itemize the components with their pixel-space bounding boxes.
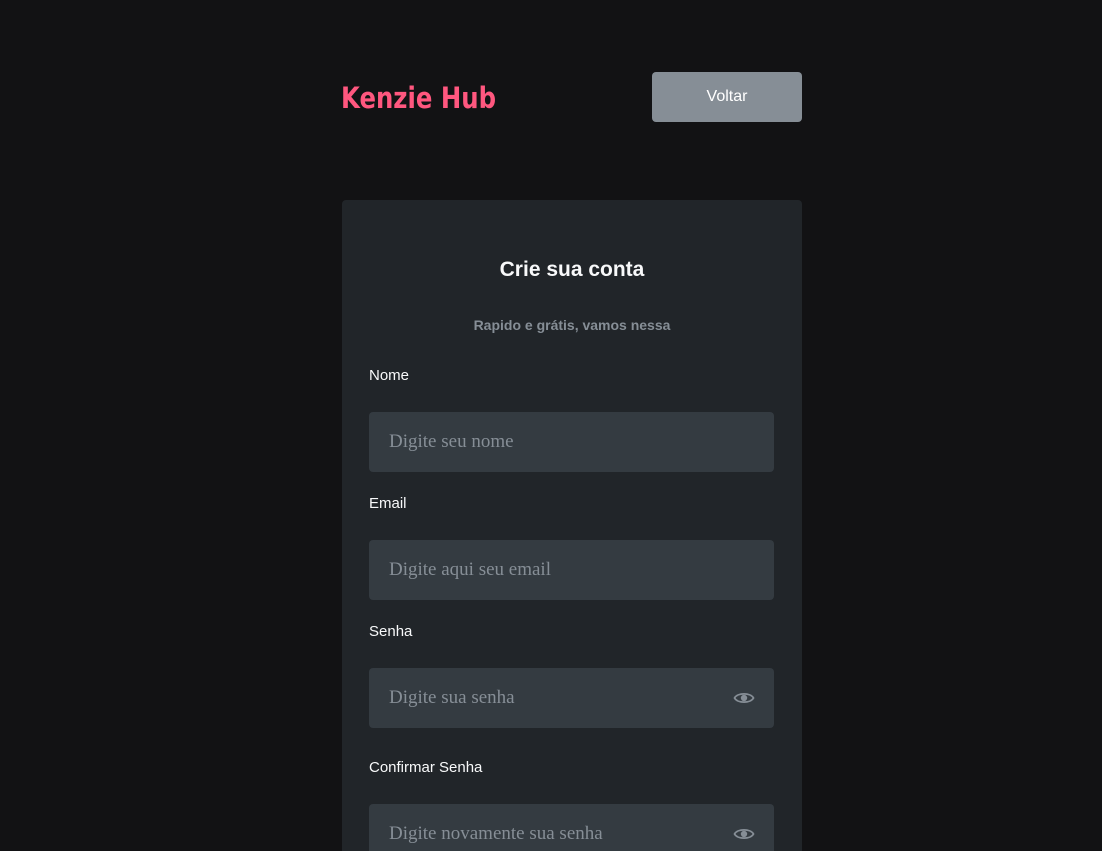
confirm-password-field xyxy=(369,804,774,851)
name-label: Nome xyxy=(369,367,410,384)
form-title: Crie sua conta xyxy=(499,258,645,281)
password-input[interactable] xyxy=(369,668,774,728)
password-field xyxy=(369,668,774,728)
email-input[interactable] xyxy=(369,540,774,600)
password-label: Senha xyxy=(369,623,413,640)
eye-icon[interactable] xyxy=(733,690,755,706)
name-input[interactable] xyxy=(369,412,774,472)
back-button[interactable]: Voltar xyxy=(652,72,802,122)
name-field xyxy=(369,412,774,472)
confirm-password-label: Confirmar Senha xyxy=(369,759,483,776)
confirm-password-input[interactable] xyxy=(369,804,774,851)
email-field xyxy=(369,540,774,600)
brand-logo: Kenzie Hub xyxy=(341,81,497,115)
register-card xyxy=(342,200,802,851)
eye-icon[interactable] xyxy=(733,826,755,842)
email-label: Email xyxy=(369,495,407,512)
form-subtitle: Rapido e grátis, vamos nessa xyxy=(473,317,671,333)
